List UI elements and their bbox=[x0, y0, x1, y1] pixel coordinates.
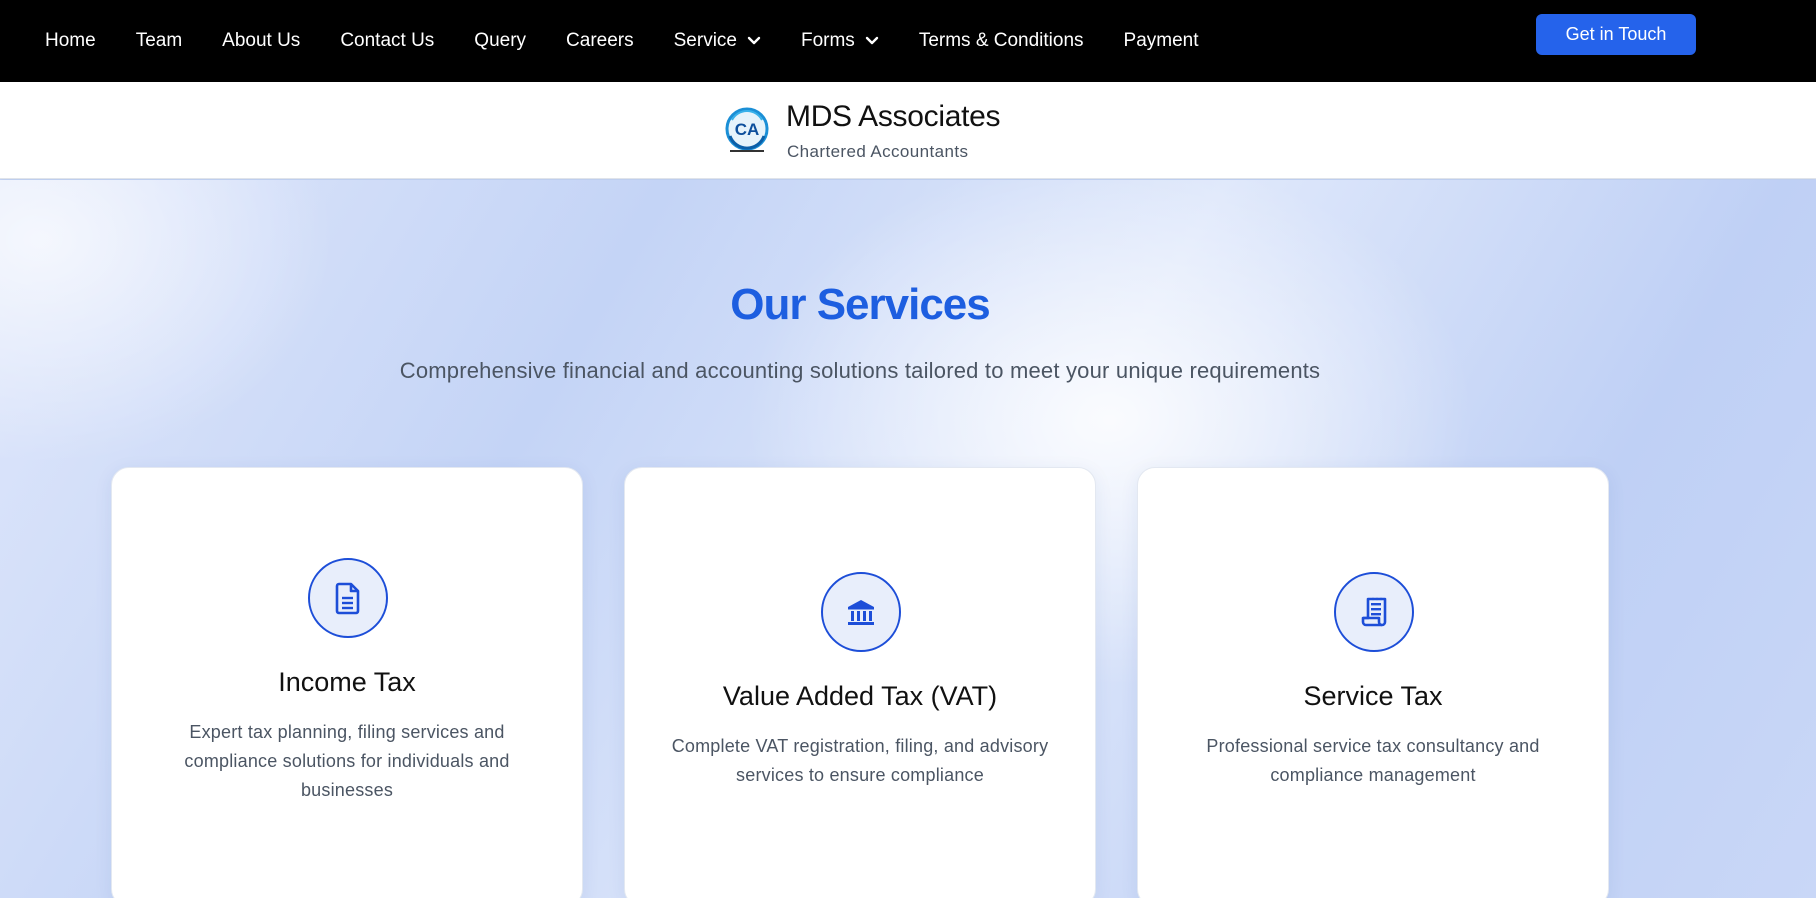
top-navbar: Home Team About Us Contact Us Query Care… bbox=[0, 0, 1816, 82]
nav-terms-conditions[interactable]: Terms & Conditions bbox=[919, 30, 1084, 52]
nav-label: Service bbox=[673, 30, 737, 51]
services-section: Our Services Comprehensive financial and… bbox=[0, 180, 1816, 898]
receipt-icon bbox=[1334, 572, 1414, 652]
chevron-down-icon bbox=[747, 36, 761, 46]
nav-label: Forms bbox=[800, 30, 855, 51]
nav-label: Payment bbox=[1123, 30, 1199, 51]
brand-bar: CA MDS Associates Chartered Accountants bbox=[0, 82, 1816, 179]
ca-logo-icon[interactable]: CA bbox=[722, 106, 772, 156]
brand-name: MDS Associates bbox=[786, 100, 1001, 133]
card-description: Complete VAT registration, filing, and a… bbox=[671, 736, 1049, 785]
service-card-income-tax[interactable]: Income Tax Expert tax planning, filing s… bbox=[111, 467, 583, 898]
nav-label: Query bbox=[474, 30, 527, 51]
section-subtitle: Comprehensive financial and accounting s… bbox=[399, 358, 1321, 383]
nav-label: Careers bbox=[566, 30, 634, 51]
brand-tagline: Chartered Accountants bbox=[787, 142, 969, 161]
chevron-down-icon bbox=[865, 36, 879, 46]
nav-payment[interactable]: Payment bbox=[1124, 30, 1199, 52]
nav-forms-dropdown[interactable]: Forms bbox=[801, 30, 879, 52]
nav-query[interactable]: Query bbox=[474, 30, 526, 52]
service-card-service-tax[interactable]: Service Tax Professional service tax con… bbox=[1137, 467, 1609, 898]
card-title: Value Added Tax (VAT) bbox=[722, 681, 998, 711]
nav-team[interactable]: Team bbox=[136, 30, 182, 52]
nav-label: Terms & Conditions bbox=[918, 30, 1084, 51]
get-in-touch-button[interactable]: Get in Touch bbox=[1536, 14, 1696, 55]
card-description: Expert tax planning, filing services and… bbox=[184, 722, 510, 800]
nav-label: About Us bbox=[222, 30, 301, 51]
nav-label: Contact Us bbox=[340, 30, 435, 51]
nav-careers[interactable]: Careers bbox=[566, 30, 634, 52]
nav-label: Home bbox=[45, 30, 96, 51]
card-title: Service Tax bbox=[1303, 681, 1443, 711]
nav-label: Team bbox=[135, 30, 183, 51]
card-description: Professional service tax consultancy and… bbox=[1206, 736, 1540, 785]
section-title: Our Services bbox=[730, 280, 991, 329]
main-nav: Home Team About Us Contact Us Query Care… bbox=[45, 0, 1239, 82]
nav-home[interactable]: Home bbox=[45, 30, 96, 52]
card-title: Income Tax bbox=[278, 667, 416, 697]
service-card-vat[interactable]: Value Added Tax (VAT) Complete VAT regis… bbox=[624, 467, 1096, 898]
bank-icon bbox=[821, 572, 901, 652]
logo-text: CA bbox=[735, 120, 760, 139]
nav-contact-us[interactable]: Contact Us bbox=[340, 30, 434, 52]
nav-service-dropdown[interactable]: Service bbox=[674, 30, 761, 52]
nav-about-us[interactable]: About Us bbox=[222, 30, 300, 52]
document-icon bbox=[308, 558, 388, 638]
